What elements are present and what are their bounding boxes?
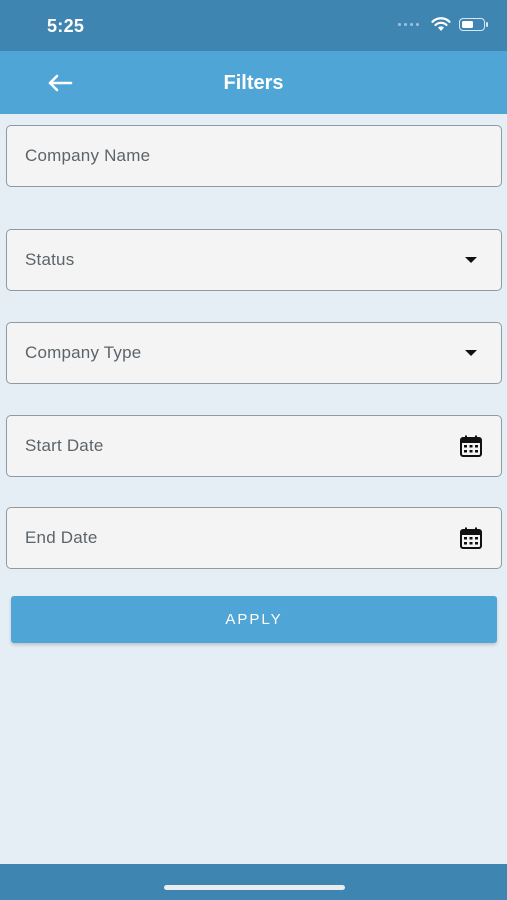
calendar-icon[interactable] [459,434,483,458]
status-dropdown[interactable]: Status [6,229,502,291]
page-title: Filters [223,72,284,94]
status-placeholder: Status [25,250,75,269]
app-header: Filters [0,51,507,114]
end-date-placeholder: End Date [25,528,98,547]
battery-icon [459,18,488,31]
wifi-icon [431,17,451,31]
signal-icon [398,23,419,26]
calendar-icon[interactable] [459,526,483,550]
battery-level [462,21,473,28]
apply-button[interactable]: APPLY [11,596,497,643]
start-date-input[interactable]: Start Date [6,415,502,477]
company-name-input[interactable]: Company Name [6,125,502,187]
home-indicator[interactable] [164,885,345,890]
chevron-down-icon [465,257,477,263]
bottom-bar [0,864,507,900]
status-time: 5:25 [47,16,85,36]
company-type-dropdown[interactable]: Company Type [6,322,502,384]
chevron-down-icon [465,350,477,356]
status-bar: 5:25 [0,0,507,51]
company-name-placeholder: Company Name [25,146,151,165]
status-icons [398,17,488,32]
end-date-input[interactable]: End Date [6,507,502,569]
company-type-placeholder: Company Type [25,343,142,362]
start-date-placeholder: Start Date [25,436,104,455]
